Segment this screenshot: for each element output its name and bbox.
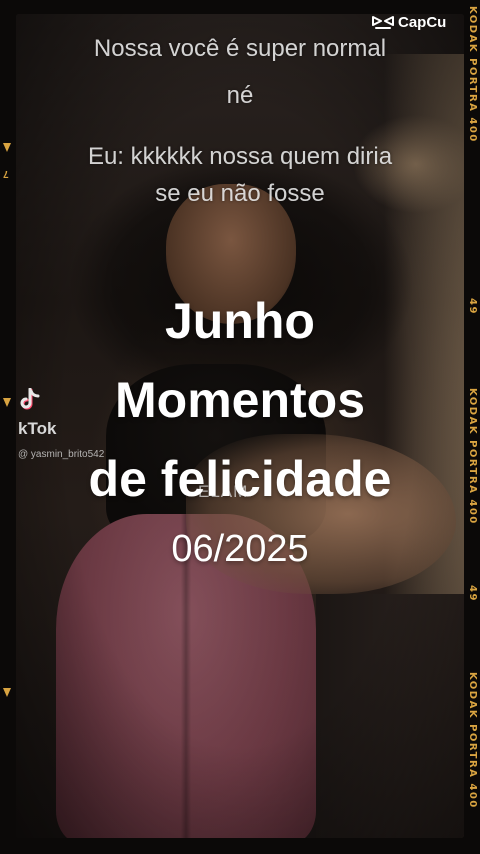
film-label: 49 [467, 585, 478, 602]
overlay-date: 06/2025 [171, 528, 309, 570]
film-marker-arrow-icon [3, 688, 11, 697]
caption-line: Eu: kkkkkk nossa quem diria [87, 143, 393, 170]
film-marker-arrow-icon [3, 143, 11, 152]
overlay-title-line2: Momentos [115, 372, 365, 428]
caption-line: se eu não fosse [155, 180, 325, 207]
overlay-title-line3: de felicidade [88, 451, 392, 507]
caption-line: né [226, 82, 254, 109]
film-label: KODAK PORTRA 400 [467, 672, 478, 809]
capcut-logo-icon [372, 15, 394, 29]
film-label: KODAK PORTRA 400 [467, 6, 478, 143]
capcut-label: CapCu [398, 14, 447, 31]
caption-line: Nossa você é super normal [93, 35, 387, 62]
capcut-watermark: CapCu [372, 14, 446, 31]
overlay-title-month: Junho [165, 293, 315, 349]
film-frame-number: 7 [3, 168, 9, 179]
